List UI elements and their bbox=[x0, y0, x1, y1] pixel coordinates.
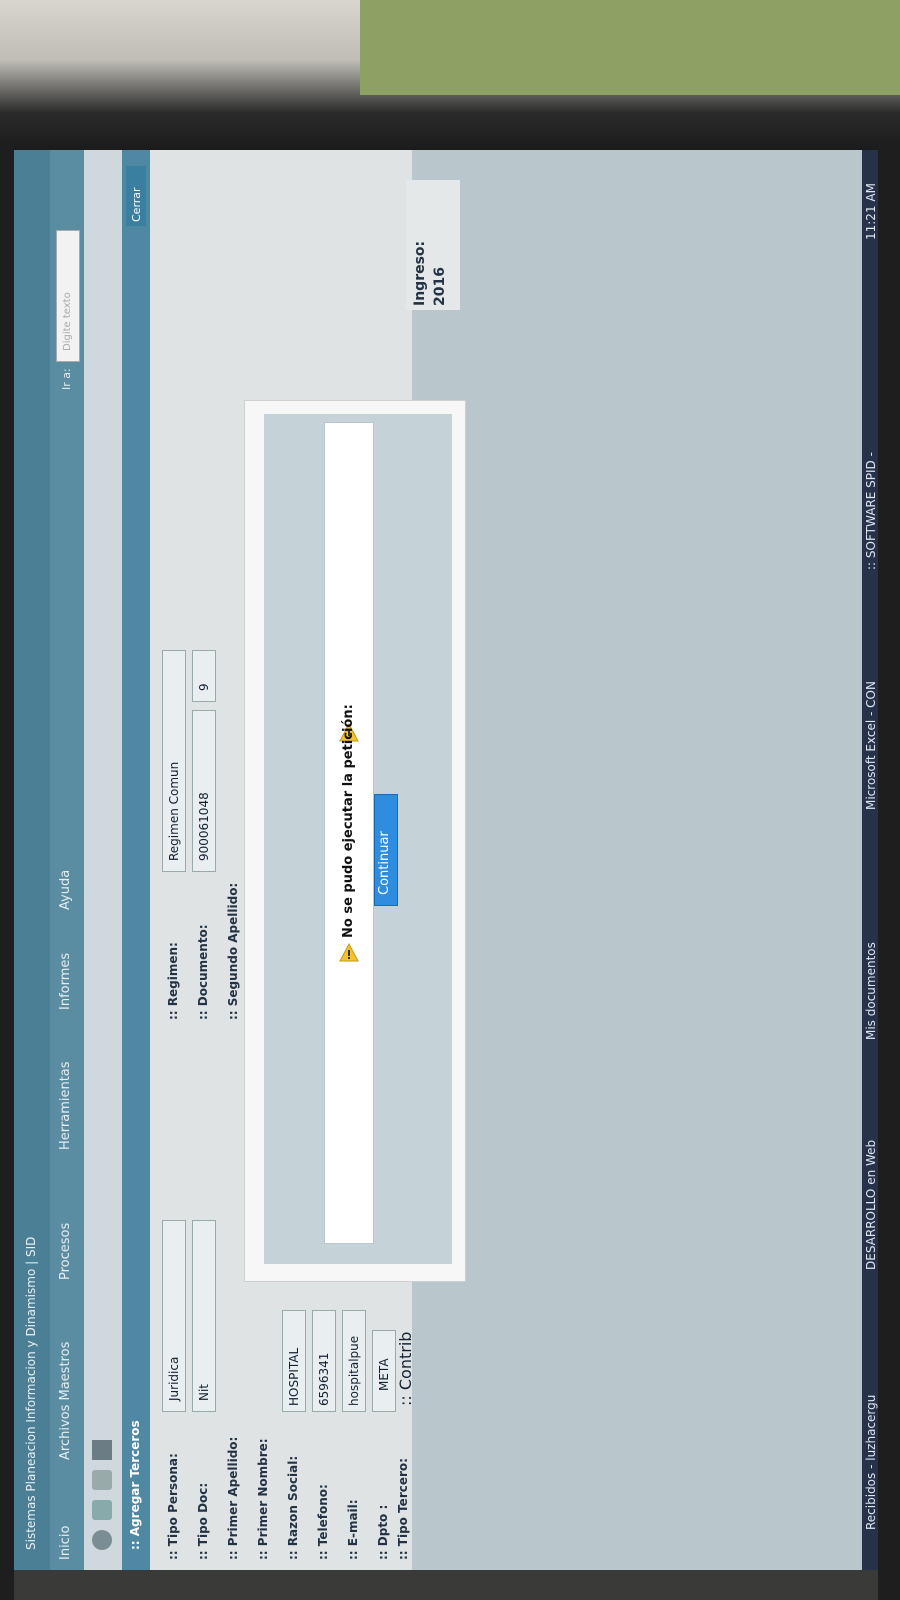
go-to-label: Ir a: bbox=[60, 368, 73, 390]
value-tipo-doc: Nit bbox=[197, 1383, 211, 1401]
input-razon-social[interactable]: HOSPITAL bbox=[282, 1310, 306, 1412]
continue-button-label: Continuar bbox=[377, 831, 392, 895]
app-title: Sistemas Planeacion Informacion y Dinami… bbox=[24, 1236, 38, 1550]
menu-item-archivos[interactable]: Archivos Maestros bbox=[58, 1342, 73, 1460]
taskbar-item-recibidos[interactable]: Recibidos - luzhacergu bbox=[864, 1395, 878, 1530]
input-documento[interactable]: 900061048 bbox=[192, 710, 216, 872]
label-segundo-apellido: :: Segundo Apellido: bbox=[226, 882, 240, 1020]
menu-item-procesos[interactable]: Procesos bbox=[58, 1223, 73, 1280]
label-primer-apellido: :: Primer Apellido: bbox=[226, 1436, 240, 1560]
label-regimen: :: Regimen: bbox=[166, 942, 180, 1020]
error-dialog-message-area: No se pudo ejecutar la petición: bbox=[324, 422, 374, 1244]
toolbar bbox=[84, 150, 122, 1570]
taskbar-item-software[interactable]: :: SOFTWARE SPID - bbox=[864, 452, 878, 570]
taskbar-item-mis-documentos[interactable]: Mis documentos bbox=[864, 942, 878, 1040]
menu-item-herramientas[interactable]: Herramientas bbox=[58, 1061, 73, 1150]
taskbar-item-excel[interactable]: Microsoft Excel - CON bbox=[864, 681, 878, 810]
error-message: No se pudo ejecutar la petición: bbox=[341, 704, 356, 938]
year-panel: Ingreso: 2016 bbox=[406, 180, 460, 310]
label-primer-nombre: :: Primer Nombre: bbox=[256, 1438, 270, 1560]
value-razon-social: HOSPITAL bbox=[287, 1347, 301, 1406]
menu-item-informes[interactable]: Informes bbox=[58, 953, 73, 1010]
continue-button[interactable]: Continuar bbox=[374, 794, 398, 906]
value-email: hospitalpue bbox=[347, 1335, 361, 1406]
warning-icon-right bbox=[339, 943, 359, 962]
menu-item-inicio[interactable]: Inicio bbox=[58, 1526, 73, 1560]
year-value: 2016 bbox=[432, 267, 448, 306]
monitor-bezel-left bbox=[0, 140, 14, 1600]
value-tipo-tercero: :: Contrib bbox=[396, 1331, 415, 1406]
form-header: :: Agregar Terceros Cerrar bbox=[122, 150, 150, 1570]
error-dialog: No se pudo ejecutar la petición: Continu… bbox=[264, 414, 452, 1264]
label-tipo-persona: :: Tipo Persona: bbox=[166, 1453, 180, 1560]
photo-scene: Sistemas Planeacion Informacion y Dinami… bbox=[0, 0, 900, 1600]
taskbar: Recibidos - luzhacergu DESARROLLO en Web… bbox=[862, 150, 878, 1570]
value-tipo-persona: Juridica bbox=[167, 1356, 181, 1401]
select-tipo-doc[interactable]: Nit bbox=[192, 1220, 216, 1412]
value-dpto: META bbox=[377, 1358, 391, 1391]
screen: Sistemas Planeacion Informacion y Dinami… bbox=[14, 150, 878, 1570]
label-tipo-doc: :: Tipo Doc: bbox=[196, 1482, 210, 1560]
menu-bar: Inicio Archivos Maestros Procesos Herram… bbox=[50, 150, 84, 1570]
label-razon-social: :: Razon Social: bbox=[286, 1455, 300, 1560]
go-to-input[interactable]: Digite texto bbox=[56, 230, 80, 362]
label-email: :: E-mail: bbox=[346, 1499, 360, 1560]
refresh-icon[interactable] bbox=[92, 1500, 112, 1520]
label-documento: :: Documento: bbox=[196, 924, 210, 1020]
close-button-label: Cerrar bbox=[130, 187, 143, 222]
background-wall bbox=[360, 0, 900, 95]
menu-item-ayuda[interactable]: Ayuda bbox=[58, 870, 73, 910]
label-tipo-tercero: :: Tipo Tercero: bbox=[396, 1458, 410, 1560]
select-dpto[interactable]: META bbox=[372, 1330, 396, 1412]
monitor-bezel-right bbox=[878, 140, 900, 1600]
input-telefono[interactable]: 6596341 bbox=[312, 1310, 336, 1412]
search-icon[interactable] bbox=[92, 1470, 112, 1490]
select-regimen[interactable]: Regimen Comun bbox=[162, 650, 186, 872]
go-to-placeholder: Digite texto bbox=[62, 292, 73, 351]
input-email[interactable]: hospitalpue bbox=[342, 1310, 366, 1412]
home-icon[interactable] bbox=[92, 1530, 112, 1550]
year-label: Ingreso: bbox=[412, 240, 428, 306]
label-dpto: :: Dpto : bbox=[376, 1504, 390, 1560]
close-button[interactable]: Cerrar bbox=[126, 166, 146, 226]
taskbar-clock: 11:21 AM bbox=[864, 183, 878, 240]
taskbar-item-desarrollo[interactable]: DESARROLLO en Web bbox=[864, 1140, 878, 1270]
input-doc-check[interactable]: 9 bbox=[192, 650, 216, 702]
label-telefono: :: Telefono: bbox=[316, 1484, 330, 1560]
value-doc-check: 9 bbox=[197, 683, 211, 691]
monitor-icon[interactable] bbox=[92, 1440, 112, 1460]
value-documento: 900061048 bbox=[197, 792, 211, 861]
value-telefono: 6596341 bbox=[317, 1352, 331, 1406]
app-header: Sistemas Planeacion Informacion y Dinami… bbox=[14, 150, 50, 1570]
select-tipo-persona[interactable]: Juridica bbox=[162, 1220, 186, 1412]
value-regimen: Regimen Comun bbox=[167, 761, 181, 861]
form-title: :: Agregar Terceros bbox=[128, 1420, 142, 1550]
